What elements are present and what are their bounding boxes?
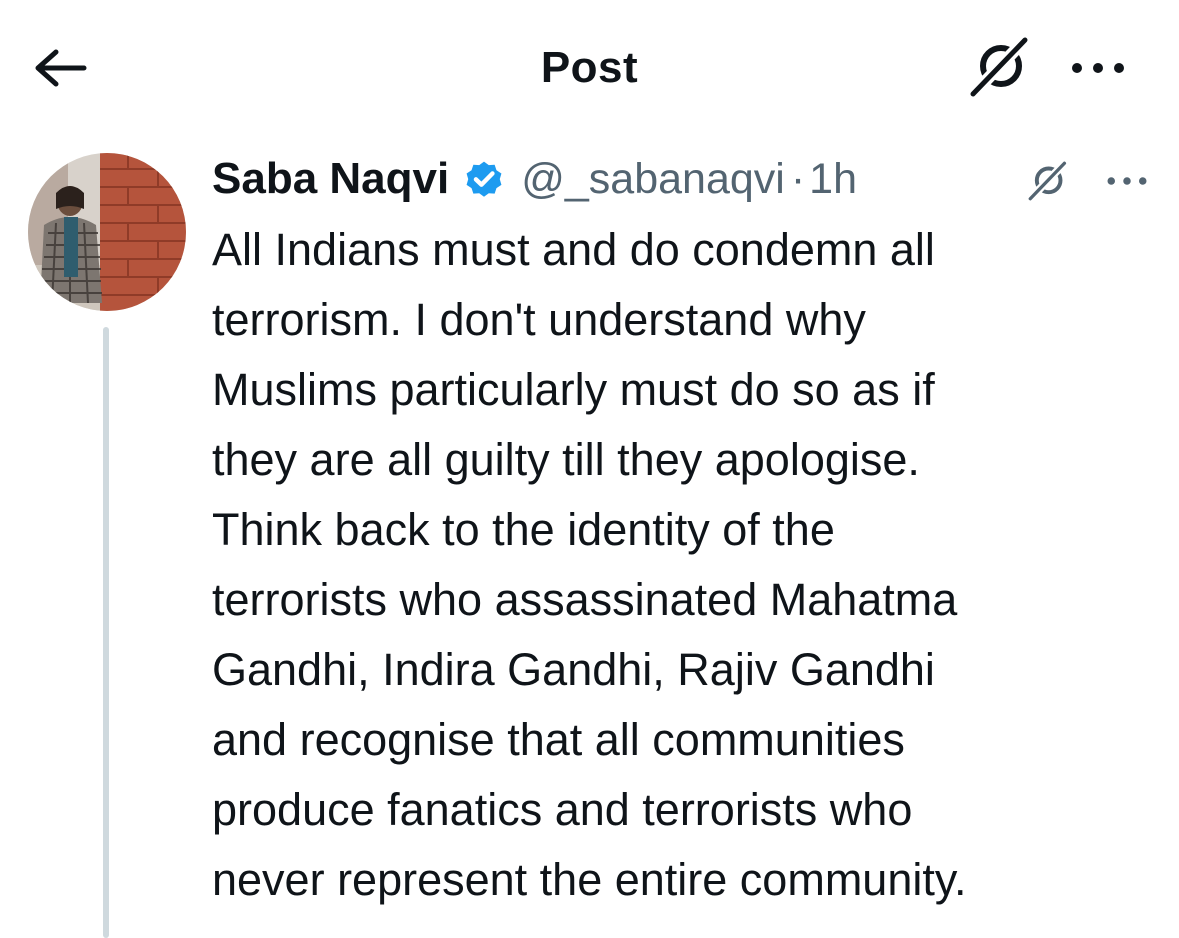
more-horizontal-icon bbox=[1072, 63, 1124, 73]
post-more-button[interactable] bbox=[1094, 155, 1160, 207]
back-button[interactable] bbox=[28, 38, 92, 98]
post-card: Saba Naqvi @_sabanaqvi · 1h All Indians … bbox=[0, 135, 1179, 938]
thread-line bbox=[103, 327, 109, 938]
more-horizontal-icon bbox=[1107, 177, 1147, 185]
post-grok-button[interactable] bbox=[1018, 155, 1078, 207]
profile-photo bbox=[28, 153, 186, 311]
post-text-line: Muslims particularly must do so as if bbox=[212, 364, 935, 415]
post-text-line: produce fanatics and terrorists who bbox=[212, 784, 913, 835]
grok-icon bbox=[968, 35, 1030, 99]
verified-badge bbox=[461, 156, 507, 202]
author-name[interactable]: Saba Naqvi bbox=[212, 149, 449, 209]
post-timestamp[interactable]: 1h bbox=[809, 149, 857, 209]
grok-icon bbox=[1027, 160, 1068, 202]
post-text-line: All Indians must and do condemn all bbox=[212, 224, 935, 275]
verified-icon bbox=[466, 161, 502, 197]
post-text-line: they are all guilty till they apologise. bbox=[212, 434, 920, 485]
post-text-line: terrorists who assassinated Mahatma bbox=[212, 574, 958, 625]
post-text-line: never represent the entire community. bbox=[212, 854, 967, 905]
avatar[interactable] bbox=[28, 153, 186, 311]
post-text-line: Think back to the identity of the bbox=[212, 504, 835, 555]
grok-button[interactable] bbox=[960, 34, 1040, 100]
post-text-line: terrorism. I don't understand why bbox=[212, 294, 866, 345]
top-bar: Post bbox=[0, 0, 1179, 135]
post-text-line: Gandhi, Indira Gandhi, Rajiv Gandhi bbox=[212, 644, 935, 695]
arrow-left-icon bbox=[35, 49, 87, 87]
author-handle[interactable]: @_sabanaqvi bbox=[521, 149, 785, 209]
separator-dot: · bbox=[790, 155, 806, 203]
more-options-button[interactable] bbox=[1058, 40, 1138, 96]
post-text-line: and recognise that all communities bbox=[212, 714, 905, 765]
post-text: All Indians must and do condemn all terr… bbox=[212, 215, 1172, 915]
